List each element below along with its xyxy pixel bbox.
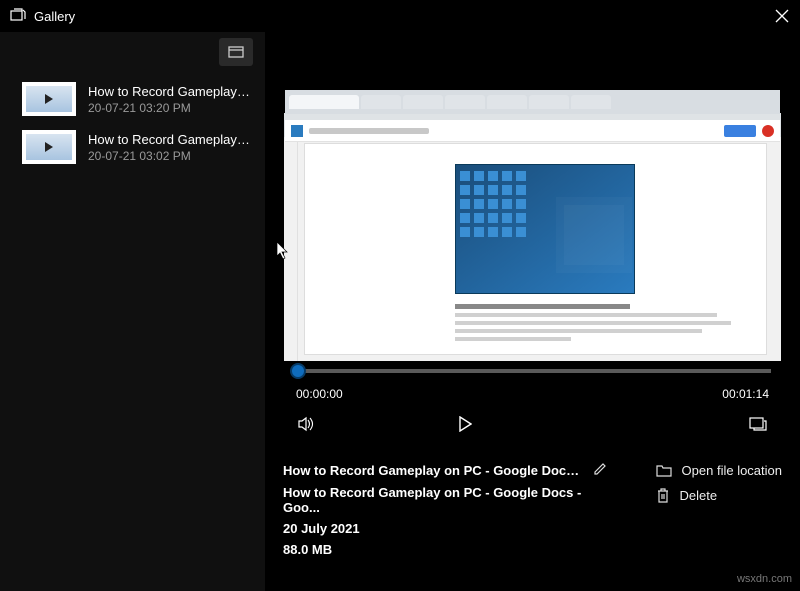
close-button[interactable] [774,8,790,24]
video-player: 00:00:00 00:01:14 [283,46,782,441]
open-location-button[interactable]: Open file location [656,463,782,478]
content: 00:00:00 00:01:14 How to Record Gameplay… [265,32,800,591]
details: How to Record Gameplay on PC - Google Do… [283,441,782,557]
list-item-time: 20-07-21 03:02 PM [88,149,253,163]
window-title: Gallery [34,9,75,24]
duration: 00:01:14 [722,387,769,401]
recording-title: How to Record Gameplay on PC - Google Do… [283,463,583,478]
delete-button[interactable]: Delete [656,488,782,503]
list-item-text: How to Record Gameplay on... 20-07-21 03… [88,84,253,115]
list-item[interactable]: How to Record Gameplay on... 20-07-21 03… [0,78,265,126]
recording-size: 88.0 MB [283,542,616,557]
delete-label: Delete [680,488,718,503]
video-frame [284,113,781,361]
title-left: Gallery [10,8,75,25]
list-item-title: How to Record Gameplay on... [88,132,253,147]
list-item-title: How to Record Gameplay on... [88,84,253,99]
details-left: How to Record Gameplay on PC - Google Do… [283,461,616,557]
open-location-label: Open file location [682,463,782,478]
titlebar: Gallery [0,0,800,32]
thumbnail [22,82,76,116]
play-icon [45,142,53,152]
play-button[interactable] [454,413,476,435]
list-item[interactable]: How to Record Gameplay on... 20-07-21 03… [0,126,265,174]
seek-bar[interactable] [294,369,771,373]
list-item-text: How to Record Gameplay on... 20-07-21 03… [88,132,253,163]
time-display: 00:00:00 00:01:14 [296,387,769,401]
layout-toggle-button[interactable] [219,38,253,66]
details-right: Open file location Delete [656,461,782,557]
recording-date: 20 July 2021 [283,521,616,536]
gallery-icon [10,8,26,25]
current-time: 00:00:00 [296,387,343,401]
thumbnail [22,130,76,164]
sidebar: How to Record Gameplay on... 20-07-21 03… [0,32,265,591]
list-item-time: 20-07-21 03:20 PM [88,101,253,115]
edit-title-button[interactable] [593,461,608,479]
seek-knob[interactable] [290,363,306,379]
main: How to Record Gameplay on... 20-07-21 03… [0,32,800,591]
play-icon [45,94,53,104]
volume-button[interactable] [296,413,318,435]
player-controls [296,413,769,435]
watermark: wsxdn.com [737,573,792,585]
recording-fulltitle: How to Record Gameplay on PC - Google Do… [283,485,616,515]
fullscreen-button[interactable] [747,413,769,435]
